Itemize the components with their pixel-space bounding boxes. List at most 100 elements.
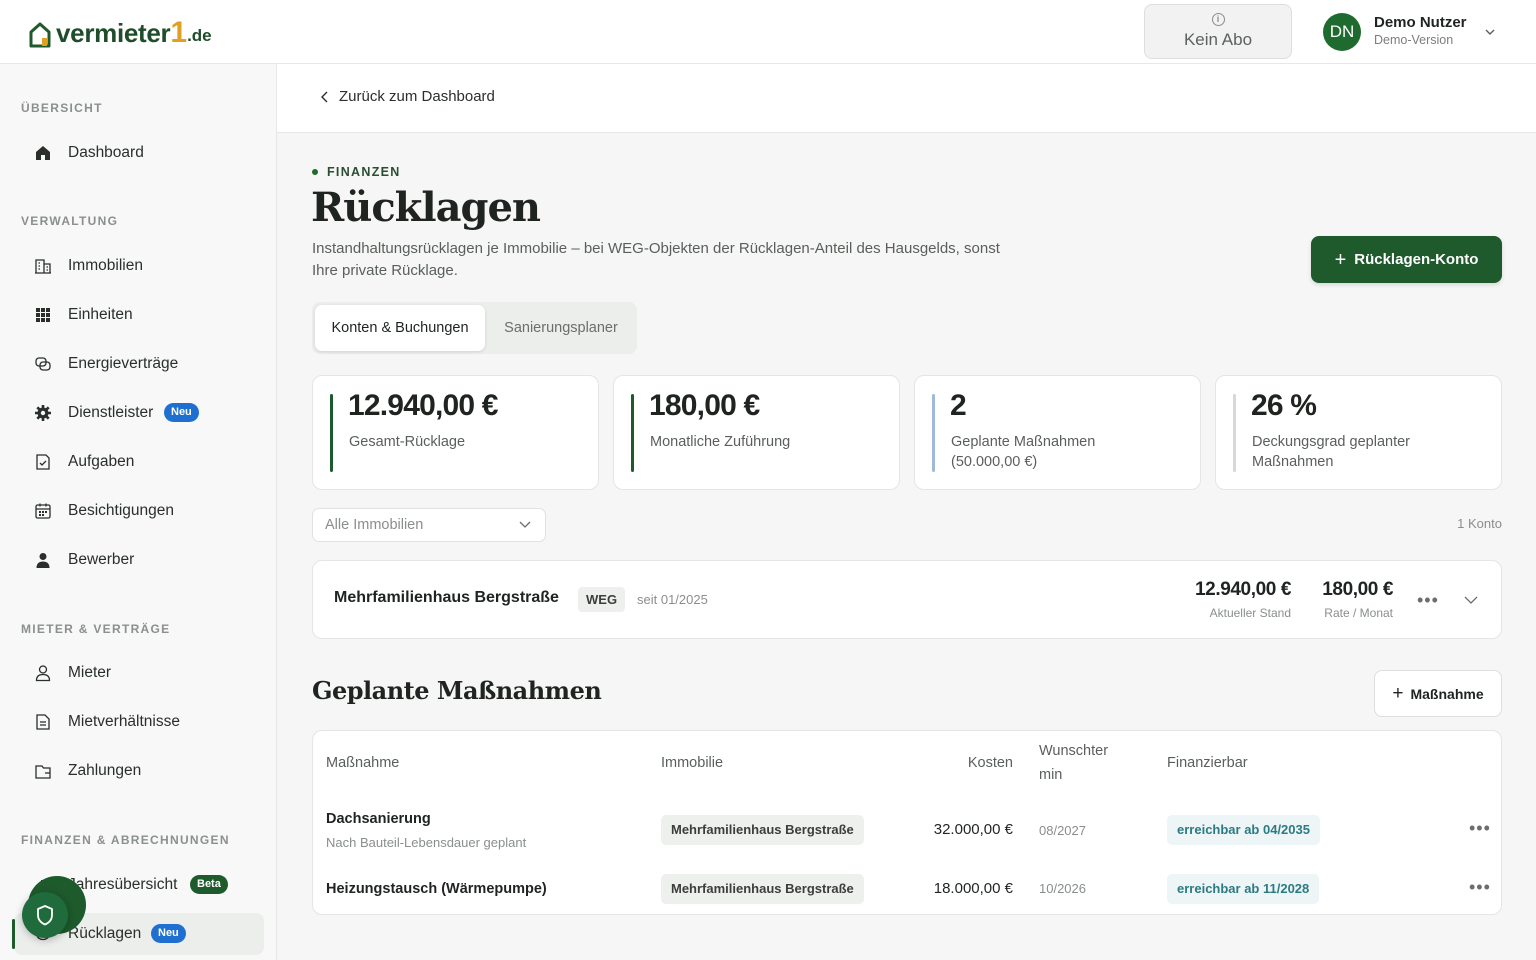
sidebar-item-label: Dienstleister: [68, 404, 154, 421]
new-badge: Neu: [151, 924, 186, 943]
grid-icon: [36, 308, 50, 322]
sidebar-item-units[interactable]: Einheiten: [14, 294, 264, 336]
person-filled-icon: [36, 553, 50, 568]
kpi-card-planned-measures: 2 Geplante Maßnahmen (50.000,00 €): [914, 375, 1201, 490]
page-kicker: FINANZEN: [312, 165, 401, 179]
home-icon: [36, 146, 50, 160]
gear-icon: [35, 405, 51, 421]
sidebar-item-label: Rücklagen: [68, 925, 142, 942]
row-more-options-icon[interactable]: •••: [1469, 819, 1491, 837]
subscription-button[interactable]: i Kein Abo: [1144, 4, 1292, 59]
sidebar-item-label: Zahlungen: [68, 762, 142, 779]
measures-table: Maßnahme Immobilie Kosten Wunschtermin F…: [312, 730, 1502, 915]
kpi-label: Deckungsgrad geplanter Maßnahmen: [1252, 434, 1410, 470]
sidebar-item-service-providers[interactable]: Dienstleister Neu: [14, 392, 264, 434]
energy-icon: [35, 357, 51, 371]
account-count: 1 Konto: [1457, 516, 1502, 531]
measure-cost: 18.000,00 €: [933, 880, 1013, 897]
chevron-down-icon[interactable]: [1464, 595, 1478, 605]
subscription-label: Kein Abo: [1183, 30, 1253, 49]
more-options-icon[interactable]: •••: [1417, 591, 1439, 609]
measure-subtitle: Nach Bauteil-Lebensdauer geplant: [326, 835, 527, 850]
sidebar-item-energy-contracts[interactable]: Energieverträge: [14, 343, 264, 385]
sidebar-item-tasks[interactable]: Aufgaben: [14, 441, 264, 483]
sidebar-item-label: Einheiten: [68, 306, 133, 323]
shield-icon: [37, 905, 53, 926]
avatar[interactable]: DN: [1323, 13, 1361, 51]
logo[interactable]: vermieter 1 .de: [28, 16, 212, 48]
sidebar-item-applicants[interactable]: Bewerber: [14, 539, 264, 581]
kpi-accent-bar: [631, 394, 634, 472]
property-pill: Mehrfamilienhaus Bergstraße: [661, 815, 864, 845]
sidebar-item-label: Besichtigungen: [68, 502, 174, 519]
back-bar: Zurück zum Dashboard: [277, 64, 1536, 133]
account-name: Mehrfamilienhaus Bergstraße: [334, 589, 559, 606]
button-label: Maßnahme: [1410, 685, 1484, 702]
kpi-card-monthly-contribution: 180,00 € Monatliche Zuführung: [613, 375, 900, 490]
column-header-measure: Maßnahme: [326, 755, 400, 771]
tab-renovation-planner[interactable]: Sanierungsplaner: [488, 305, 634, 351]
sidebar-item-label: Aufgaben: [68, 453, 135, 470]
column-header-property: Immobilie: [661, 755, 724, 771]
column-header-finance: Finanzierbar: [1167, 755, 1248, 771]
sidebar-item-label: Mieter: [68, 664, 112, 681]
sidebar-item-tenants[interactable]: Mieter: [14, 652, 264, 694]
kpi-label: Gesamt-Rücklage: [349, 434, 466, 450]
measure-title[interactable]: Heizungstausch (Wärmepumpe): [326, 881, 547, 897]
measure-cost: 32.000,00 €: [933, 821, 1013, 838]
sidebar-section-management: VERWALTUNG: [21, 214, 119, 228]
property-filter-select[interactable]: Alle Immobilien: [312, 508, 546, 542]
account-balance: 12.940,00 €: [1195, 579, 1291, 600]
sidebar-item-leases[interactable]: Mietverhältnisse: [14, 701, 264, 743]
logo-wordmark: vermieter: [56, 18, 171, 48]
page-title: Rücklagen: [311, 184, 541, 231]
sidebar-item-properties[interactable]: Immobilien: [14, 245, 264, 287]
sidebar-section-tenants: MIETER & VERTRÄGE: [21, 622, 171, 636]
kpi-accent-bar: [330, 394, 333, 472]
row-more-options-icon[interactable]: •••: [1469, 878, 1491, 896]
account-rate: 180,00 €: [1322, 579, 1393, 600]
sidebar-item-label: Bewerber: [68, 551, 135, 568]
column-header-cost: Kosten: [967, 755, 1013, 771]
plus-icon: +: [1334, 248, 1347, 271]
active-indicator: [12, 919, 15, 949]
add-reserve-account-button[interactable]: + Rücklagen-Konto: [1311, 236, 1502, 283]
chevron-down-icon[interactable]: [1484, 26, 1496, 38]
section-heading-planned-measures: Geplante Maßnahmen: [312, 676, 602, 705]
kpi-label: Monatliche Zuführung: [650, 434, 791, 450]
filter-value: Alle Immobilien: [325, 517, 424, 533]
building-icon: [35, 259, 51, 274]
account-balance-label: Aktueller Stand: [1209, 606, 1291, 620]
reserve-account-card[interactable]: Mehrfamilienhaus Bergstraße WEG seit 01/…: [312, 560, 1502, 639]
sidebar-item-label: Immobilien: [68, 257, 143, 274]
sidebar-item-dashboard[interactable]: Dashboard: [14, 132, 264, 174]
user-subtitle: Demo-Version: [1374, 33, 1454, 47]
measure-title[interactable]: Dachsanierung: [326, 811, 431, 827]
new-badge: Neu: [164, 403, 199, 422]
back-to-dashboard-link[interactable]: Zurück zum Dashboard: [320, 88, 495, 105]
info-icon: i: [1211, 13, 1225, 26]
logo-tld: .de: [187, 26, 212, 45]
column-header-date: Wunschtermin: [1039, 743, 1109, 783]
sidebar-item-label: Jahresübersicht: [68, 876, 178, 893]
back-label: Zurück zum Dashboard: [339, 88, 495, 105]
sidebar-item-payments[interactable]: Zahlungen: [14, 750, 264, 792]
sidebar: ÜBERSICHT Dashboard VERWALTUNG Immobilie…: [0, 64, 277, 960]
chevron-left-icon: [321, 91, 328, 102]
kpi-card-total-reserve: 12.940,00 € Gesamt-Rücklage: [312, 375, 599, 490]
add-measure-button[interactable]: + Maßnahme: [1374, 670, 1502, 717]
document-icon: [36, 714, 50, 730]
page-description: Instandhaltungsrücklagen je Immobilie – …: [312, 240, 1000, 279]
finance-status: erreichbar ab 11/2028: [1167, 874, 1320, 904]
sidebar-item-viewings[interactable]: Besichtigungen: [14, 490, 264, 532]
account-type-badge: WEG: [578, 587, 626, 612]
logo-one: 1: [170, 16, 188, 49]
kpi-card-coverage: 26 % Deckungsgrad geplanter Maßnahmen: [1215, 375, 1502, 490]
sidebar-item-label: Dashboard: [68, 144, 144, 161]
shield-fab-button[interactable]: [22, 892, 68, 938]
tab-accounts-bookings[interactable]: Konten & Buchungen: [315, 305, 485, 351]
tabs: Konten & Buchungen Sanierungsplaner: [312, 302, 637, 354]
kicker-dot: [312, 169, 318, 175]
user-name[interactable]: Demo Nutzer: [1374, 14, 1467, 31]
sidebar-section-finance: FINANZEN & ABRECHNUNGEN: [21, 833, 230, 847]
